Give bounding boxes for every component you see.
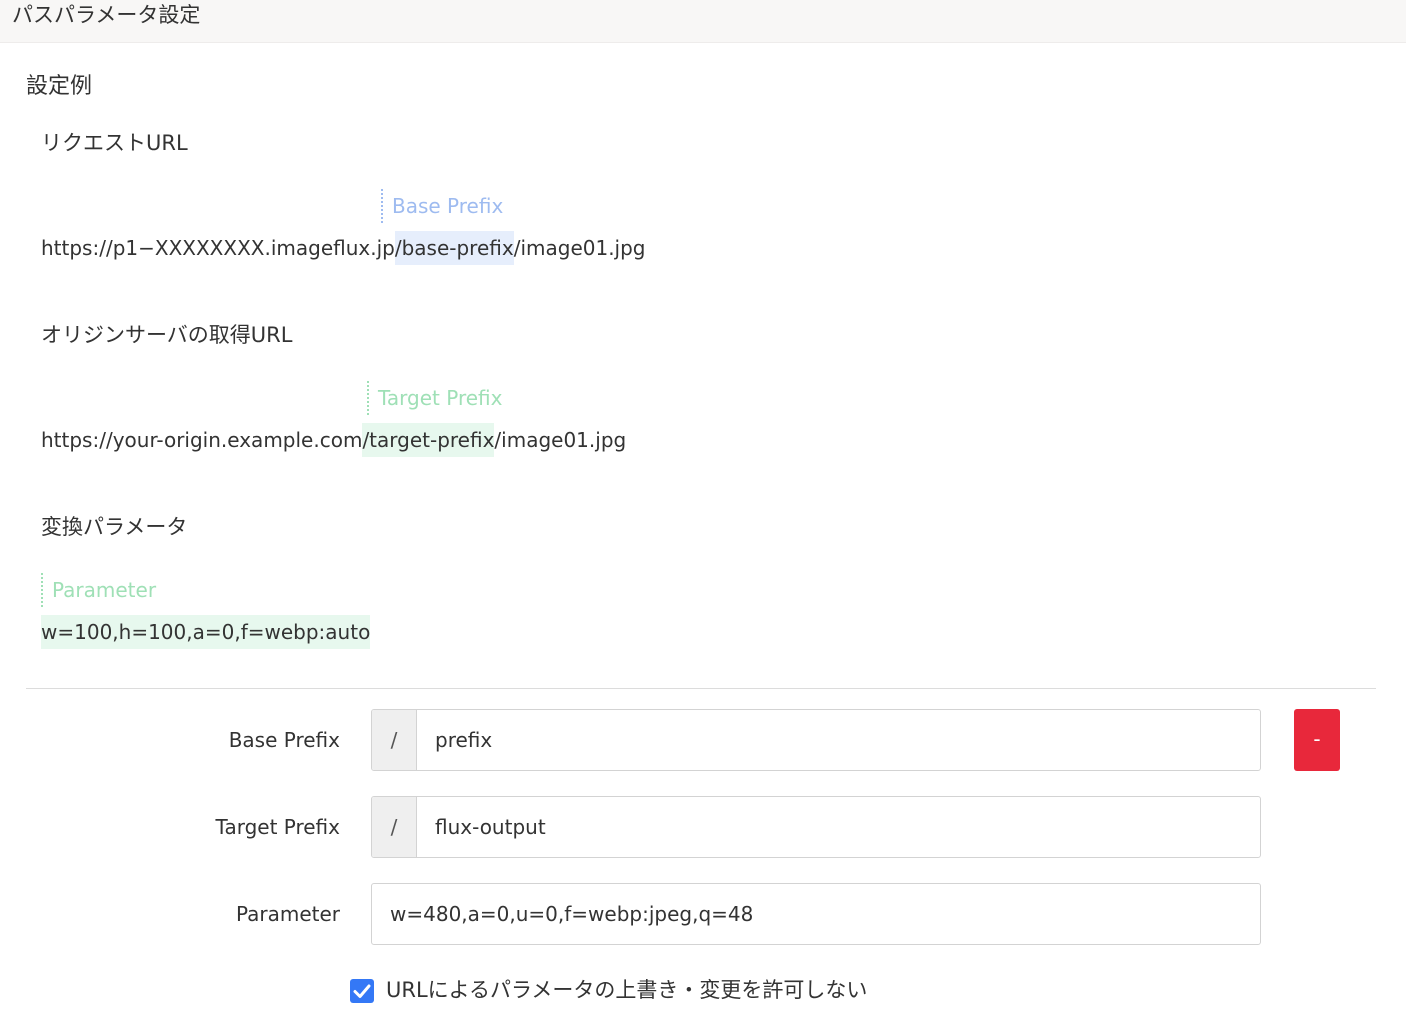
parameter-label: Parameter [235,902,340,926]
parameter-input-group [371,883,1261,945]
target-prefix-input-group: / [371,796,1261,858]
target-prefix-marker: Target Prefix [367,381,502,415]
request-url-path: /image01.jpg [513,236,646,260]
base-prefix-input-group: / [371,709,1261,771]
check-icon [353,984,371,998]
panel-title: パスパラメータ設定 [12,3,201,27]
origin-url-label: オリジンサーバの取得URL [41,323,293,347]
origin-url-example: https://your-origin.example.com/target-p… [41,423,626,457]
disallow-override-checkbox[interactable] [350,979,374,1003]
origin-url-host: https://your-origin.example.com [41,428,363,452]
example-section-title: 設定例 [26,74,93,99]
base-prefix-label: Base Prefix [228,728,340,752]
target-prefix-slash-addon: / [372,797,417,857]
disallow-override-label[interactable]: URLによるパラメータの上書き・変更を許可しない [386,974,867,1006]
target-prefix-label: Target Prefix [215,815,340,839]
parameter-input[interactable] [390,884,1240,944]
parameter-example-value: w=100,h=100,a=0,f=webp:auto [41,615,371,649]
request-url-label: リクエストURL [41,131,188,155]
target-prefix-input[interactable] [435,797,1235,857]
base-prefix-marker: Base Prefix [381,189,503,223]
remove-button[interactable]: - [1294,709,1340,771]
base-prefix-slash-addon: / [372,710,417,770]
parameter-marker: Parameter [41,573,156,607]
base-prefix-input[interactable] [435,710,1235,770]
divider [26,688,1376,689]
parameter-example: w=100,h=100,a=0,f=webp:auto [41,615,371,649]
request-url-example: https://p1−XXXXXXXX.imageflux.jp/base-pr… [41,231,646,265]
request-url-base-prefix: /base-prefix [394,231,514,265]
origin-url-path: /image01.jpg [494,428,627,452]
request-url-host: https://p1−XXXXXXXX.imageflux.jp [41,236,395,260]
origin-url-target-prefix: /target-prefix [362,423,495,457]
transform-params-label: 変換パラメータ [41,515,188,539]
panel-header: パスパラメータ設定 [0,0,1406,43]
